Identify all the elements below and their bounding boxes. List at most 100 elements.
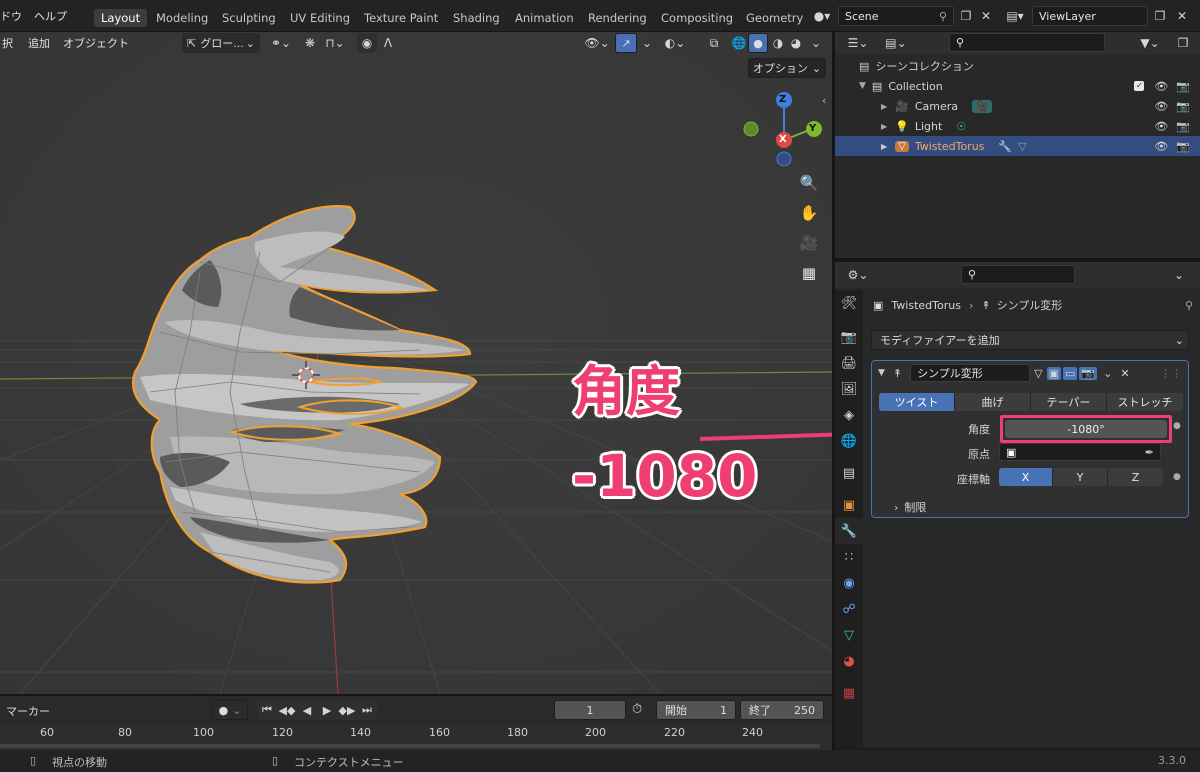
exclude-checkbox[interactable]: ✓ (1134, 81, 1145, 91)
delete-scene-icon[interactable]: ✕ (976, 6, 996, 26)
editor-type-icon[interactable]: ☰⌄ (843, 33, 873, 53)
modifier-tab-icon[interactable]: 🔧 (835, 518, 863, 544)
play-icon[interactable]: ▶ (317, 704, 337, 717)
sidebar-toggle-icon[interactable]: ‹ (822, 94, 826, 107)
stopwatch-icon[interactable]: ⏱ (632, 702, 642, 717)
data-tab-icon[interactable]: ▽ (835, 622, 863, 648)
menu-object[interactable]: オブジェクト (63, 35, 129, 51)
view-layer-tab-icon[interactable]: 🖼 (835, 376, 863, 402)
tab-uv-editing[interactable]: UV Editing (283, 9, 357, 27)
delete-view-layer-icon[interactable]: ✕ (1172, 6, 1192, 26)
tab-rendering[interactable]: Rendering (581, 9, 654, 27)
options-dropdown[interactable]: オプション ⌄ (748, 58, 826, 78)
proportional-edit-icon[interactable]: ◉ (357, 33, 377, 53)
chevron-down-icon[interactable]: ⌄ (1169, 265, 1189, 285)
constraints-tab-icon[interactable]: ☍ (835, 596, 863, 622)
chevron-down-icon[interactable]: ⌄ (1103, 367, 1112, 380)
mode-bend-tab[interactable]: 曲げ (955, 393, 1031, 411)
origin-object-field[interactable]: ▣ ✒ (999, 443, 1161, 461)
snap-toggle-icon[interactable]: ❋ (300, 33, 320, 53)
jump-keyframe-forward-icon[interactable]: ◆▶ (337, 704, 357, 717)
axis-y-button[interactable]: Y (1053, 468, 1108, 486)
outliner-row-camera[interactable]: ▶ 🎥 Camera 🎥 👁 📷 (835, 96, 1200, 116)
new-collection-icon[interactable]: ❐ (1173, 33, 1193, 53)
collection-tab-icon[interactable]: ▤ (835, 460, 863, 486)
jump-end-icon[interactable]: ⏭ (357, 703, 377, 717)
wireframe-shading-icon[interactable]: 🌐 (729, 33, 749, 53)
new-scene-icon[interactable]: ❐ (956, 6, 976, 26)
expand-arrow-icon[interactable]: ▶ (881, 142, 887, 151)
add-modifier-dropdown[interactable]: モディファイアーを追加 ⌄ (871, 330, 1189, 350)
tab-texture-paint[interactable]: Texture Paint (357, 9, 445, 27)
new-view-layer-icon[interactable]: ❐ (1150, 6, 1170, 26)
snap-target-icon[interactable]: ⊓⌄ (320, 33, 350, 53)
gizmo-neg-z-axis[interactable] (776, 151, 792, 167)
perspective-toggle-icon[interactable]: ▦ (796, 260, 822, 286)
limits-subpanel-header[interactable]: › 制限 (894, 499, 1014, 515)
zoom-icon[interactable]: 🔍 (796, 170, 822, 196)
tab-sculpting[interactable]: Sculpting (215, 9, 283, 27)
overlays-icon[interactable]: ◐⌄ (660, 33, 690, 53)
gizmos-toggle-icon[interactable]: ↗ (615, 33, 637, 53)
scene-tab-icon[interactable]: ◈ (835, 402, 863, 428)
modifier-wrench-icon[interactable]: 🔧 (998, 140, 1012, 153)
object-tab-icon[interactable]: ▣ (835, 492, 863, 518)
pin-icon[interactable]: ⚲ (939, 10, 947, 23)
axis-z-button[interactable]: Z (1108, 468, 1163, 486)
camera-view-icon[interactable]: 🎥 (796, 230, 822, 256)
display-mode-icon[interactable]: ▤⌄ (881, 33, 911, 53)
menu-add[interactable]: 追加 (28, 35, 50, 51)
visibility-icon[interactable]: 👁⌄ (582, 33, 612, 53)
xray-icon[interactable]: ⧉ (704, 33, 724, 53)
editor-type-icon[interactable]: ⚙⌄ (843, 265, 873, 285)
scene-field[interactable]: Scene ⚲ (838, 6, 954, 26)
pin-icon[interactable]: ⚲ (1185, 299, 1193, 312)
timeline-scrollbar[interactable] (0, 744, 820, 748)
modifier-name-input[interactable]: シンプル変形 (910, 364, 1031, 382)
tab-shading[interactable]: Shading (446, 9, 507, 27)
drag-handle-icon[interactable]: ⋮⋮ (1160, 367, 1182, 380)
current-frame-input[interactable]: 1 (554, 700, 626, 720)
view-layer-browse-icon[interactable]: ▤▾ (1000, 6, 1030, 26)
collapse-arrow-icon[interactable]: ▼ (878, 368, 885, 378)
particles-tab-icon[interactable]: ∷ (835, 544, 863, 570)
tab-geometry[interactable]: Geometry (739, 9, 810, 27)
scene-collection-row[interactable]: ▤ シーンコレクション (835, 56, 1200, 76)
tab-layout[interactable]: Layout (94, 9, 148, 27)
mode-stretch-tab[interactable]: ストレッチ (1107, 393, 1183, 411)
play-reverse-icon[interactable]: ◀ (297, 704, 317, 717)
filter-icon[interactable]: ▼⌄ (1135, 33, 1165, 53)
eyedropper-icon[interactable]: ✒ (1145, 446, 1154, 459)
render-camera-icon[interactable]: 📷 (1176, 140, 1190, 153)
texture-tab-icon[interactable]: ▦ (835, 680, 863, 706)
mesh-data-icon[interactable]: ▽ (1018, 140, 1026, 153)
view-layer-field[interactable]: ViewLayer (1032, 6, 1148, 26)
viewport-scene[interactable] (0, 32, 832, 694)
menu-help[interactable]: ヘルプ (34, 8, 67, 24)
transform-orientation-dropdown[interactable]: ⇱ グロー... ⌄ (182, 33, 260, 53)
eye-icon[interactable]: 👁 (1154, 120, 1168, 133)
expand-arrow-icon[interactable]: ▶ (881, 102, 887, 111)
physics-tab-icon[interactable]: ◉ (835, 570, 863, 596)
pivot-point-icon[interactable]: ⚭⌄ (266, 33, 296, 53)
render-camera-icon[interactable]: 📷 (1176, 120, 1190, 133)
world-tab-icon[interactable]: 🌐 (835, 428, 863, 454)
output-tab-icon[interactable]: 🖨 (835, 350, 863, 376)
edit-mode-icon[interactable]: ▽ (1034, 367, 1042, 380)
axis-x-button[interactable]: X (999, 468, 1053, 486)
outliner-row-collection[interactable]: ▼ ▤ Collection ✓ 👁 📷 (835, 76, 1200, 96)
material-shading-icon[interactable]: ◑ (768, 33, 788, 53)
jump-start-icon[interactable]: ⏮ (257, 703, 277, 717)
menu-select[interactable]: 択 (2, 35, 13, 51)
tool-tab-icon[interactable]: 🛠 (835, 290, 863, 316)
gizmo-neg-y-axis[interactable] (743, 121, 759, 137)
render-tab-icon[interactable]: 📷 (835, 324, 863, 350)
render-toggle-icon[interactable]: 📷 (1079, 366, 1098, 380)
viewport-toggle-icon[interactable]: ▭ (1063, 366, 1078, 380)
outliner-row-light[interactable]: ▶ 💡 Light ☉ 👁 📷 (835, 116, 1200, 136)
start-frame-input[interactable]: 開始 1 (656, 700, 736, 720)
keyframe-dot-icon[interactable]: ● (1173, 421, 1181, 431)
auto-keying-button[interactable]: ● ⌄ (212, 700, 248, 720)
jump-keyframe-back-icon[interactable]: ◀◆ (277, 704, 297, 717)
shading-dropdown-icon[interactable]: ⌄ (806, 33, 826, 53)
